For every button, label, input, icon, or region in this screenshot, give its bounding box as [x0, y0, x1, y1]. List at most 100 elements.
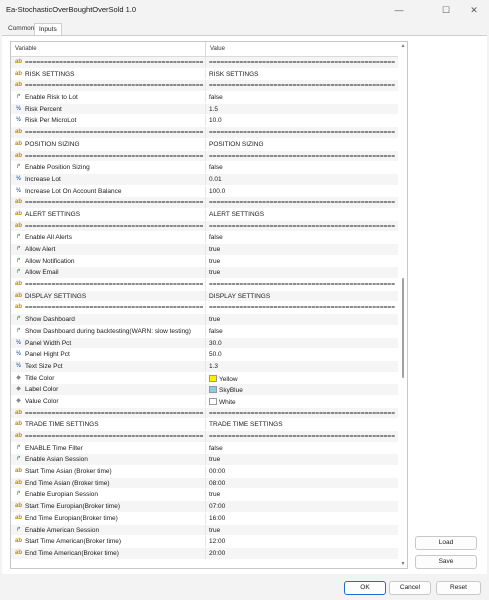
variable-value[interactable]: false — [209, 234, 395, 241]
scroll-down-icon[interactable]: ▼ — [399, 561, 407, 567]
variable-value[interactable]: true — [209, 246, 395, 253]
variable-value[interactable]: Yellow — [209, 374, 395, 383]
color-swatch[interactable] — [209, 397, 217, 405]
variable-value[interactable]: true — [209, 316, 395, 323]
variable-value[interactable]: SkyBlue — [209, 386, 395, 394]
variable-value[interactable]: ========================================… — [209, 82, 395, 89]
ok-button[interactable]: OK — [344, 581, 386, 595]
variable-value[interactable]: 07:00 — [209, 503, 395, 510]
column-header-value[interactable]: Value — [210, 46, 225, 52]
column-header-variable[interactable]: Variable — [15, 46, 37, 52]
table-row[interactable]: ↱ ENABLE Time Filter false — [11, 442, 398, 455]
variable-value[interactable]: ========================================… — [209, 410, 395, 417]
table-row[interactable]: ab Start Time American(Broker time) 12:00 — [11, 536, 398, 548]
table-row[interactable]: ab ======================================… — [11, 197, 398, 209]
table-row[interactable]: ½ Risk Percent 1.5 — [11, 103, 398, 116]
variable-value[interactable]: ========================================… — [209, 129, 395, 136]
table-row[interactable]: ↱ Enable All Alerts false — [11, 232, 398, 244]
table-row[interactable]: ½ Text Size Pct 1.3 — [11, 360, 398, 373]
table-row[interactable]: ab ======================================… — [11, 407, 398, 420]
variable-value[interactable]: 100.0 — [209, 188, 395, 195]
table-row[interactable]: ↱ Allow Alert true — [11, 244, 398, 256]
table-row[interactable]: ab ======================================… — [11, 220, 398, 233]
table-row[interactable]: ab ======================================… — [11, 127, 398, 139]
table-row[interactable]: ↱ Enable Risk to Lot false — [11, 92, 398, 104]
column-divider[interactable] — [205, 42, 206, 57]
variable-value[interactable]: false — [209, 328, 395, 335]
variable-value[interactable]: false — [209, 94, 395, 101]
save-button[interactable]: Save — [415, 555, 477, 569]
table-row[interactable]: ab ======================================… — [11, 80, 398, 93]
variable-value[interactable]: false — [209, 445, 395, 452]
variable-value[interactable]: 12:00 — [209, 538, 395, 545]
variable-value[interactable]: 0.01 — [209, 176, 395, 183]
variable-value[interactable]: ========================================… — [209, 433, 395, 440]
reset-button[interactable]: Reset — [436, 581, 481, 595]
table-row[interactable]: ◆ Value Color White — [11, 395, 398, 408]
variable-value[interactable]: 10.0 — [209, 117, 395, 124]
scrollbar-thumb[interactable] — [402, 278, 404, 378]
minimize-icon[interactable]: — — [386, 2, 412, 18]
close-icon[interactable]: ✕ — [461, 2, 487, 18]
table-row[interactable]: ↱ Show Dashboard during backtesting(WARN:… — [11, 325, 398, 338]
table-row[interactable]: ↱ Enable Asian Session true — [11, 454, 398, 467]
table-row[interactable]: ab RISK SETTINGS RISK SETTINGS — [11, 68, 398, 81]
table-row[interactable]: ½ Panel Width Pct 30.0 — [11, 337, 398, 350]
table-row[interactable]: ab DISPLAY SETTINGS DISPLAY SETTINGS — [11, 290, 398, 303]
cancel-button[interactable]: Cancel — [389, 581, 431, 595]
scroll-up-icon[interactable]: ▲ — [399, 43, 407, 49]
variable-value[interactable]: true — [209, 491, 395, 498]
variable-value[interactable]: 00:00 — [209, 468, 395, 475]
variable-value[interactable]: false — [209, 164, 395, 171]
table-row[interactable]: ab ======================================… — [11, 302, 398, 315]
color-swatch[interactable] — [209, 386, 217, 394]
table-row[interactable]: ◆ Label Color SkyBlue — [11, 384, 398, 396]
variable-value[interactable]: 08:00 — [209, 480, 395, 487]
table-row[interactable]: ↱ Enable Europian Session true — [11, 489, 398, 502]
table-row[interactable]: ab ALERT SETTINGS ALERT SETTINGS — [11, 208, 398, 221]
variable-value[interactable]: true — [209, 456, 395, 463]
table-row[interactable]: ab ======================================… — [11, 150, 398, 163]
variable-value[interactable]: true — [209, 269, 395, 276]
table-row[interactable]: ab ======================================… — [11, 279, 398, 291]
variable-value[interactable]: 50.0 — [209, 351, 395, 358]
variable-value[interactable]: POSITION SIZING — [209, 141, 395, 148]
maximize-icon[interactable]: ☐ — [433, 2, 459, 18]
table-row[interactable]: ab End Time Asian (Broker time) 08:00 — [11, 477, 398, 490]
table-row[interactable]: ◆ Title Color Yellow — [11, 372, 398, 385]
variable-value[interactable]: White — [209, 397, 395, 406]
variable-value[interactable]: 1.5 — [209, 106, 395, 113]
variable-value[interactable]: ALERT SETTINGS — [209, 211, 395, 218]
table-row[interactable]: ab Start Time Europian(Broker time) 07:00 — [11, 501, 398, 513]
table-row[interactable]: ½ Panel Hight Pct 50.0 — [11, 349, 398, 361]
table-row[interactable]: ↱ Enable American Session true — [11, 524, 398, 537]
variable-value[interactable]: RISK SETTINGS — [209, 71, 395, 78]
table-row[interactable]: ½ Increase Lot 0.01 — [11, 173, 398, 186]
load-button[interactable]: Load — [415, 536, 477, 550]
variable-value[interactable]: ========================================… — [209, 281, 395, 288]
variable-value[interactable]: true — [209, 527, 395, 534]
variable-value[interactable]: DISPLAY SETTINGS — [209, 293, 395, 300]
color-swatch[interactable] — [209, 374, 217, 382]
table-row[interactable]: ab POSITION SIZING POSITION SIZING — [11, 138, 398, 151]
table-row[interactable]: ab End Time Europian(Broker time) 16:00 — [11, 512, 398, 525]
variable-value[interactable]: ========================================… — [209, 199, 395, 206]
table-row[interactable]: ↱ Enable Position Sizing false — [11, 162, 398, 174]
table-row[interactable]: ab TRADE TIME SETTINGS TRADE TIME SETTINGS — [11, 419, 398, 431]
table-row[interactable]: ½ Risk Per MicroLot 10.0 — [11, 115, 398, 128]
variable-value[interactable]: 20:00 — [209, 550, 395, 557]
variable-value[interactable]: true — [209, 258, 395, 265]
table-row[interactable]: ab End Time American(Broker time) 20:00 — [11, 547, 398, 560]
variable-value[interactable]: ========================================… — [209, 223, 395, 230]
table-row[interactable]: ↱ Show Dashboard true — [11, 314, 398, 326]
variable-value[interactable]: ========================================… — [209, 304, 395, 311]
variable-value[interactable]: ========================================… — [209, 153, 395, 160]
variable-value[interactable]: ========================================… — [209, 59, 395, 66]
table-row[interactable]: ab ======================================… — [11, 57, 398, 69]
table-row[interactable]: ↱ Allow Email true — [11, 267, 398, 280]
variable-value[interactable]: TRADE TIME SETTINGS — [209, 421, 395, 428]
table-row[interactable]: ab ======================================… — [11, 431, 398, 443]
table-row[interactable]: ↱ Allow Notification true — [11, 255, 398, 268]
variable-value[interactable]: 1.3 — [209, 363, 395, 370]
vertical-scrollbar[interactable]: ▲ ▼ — [398, 42, 407, 568]
